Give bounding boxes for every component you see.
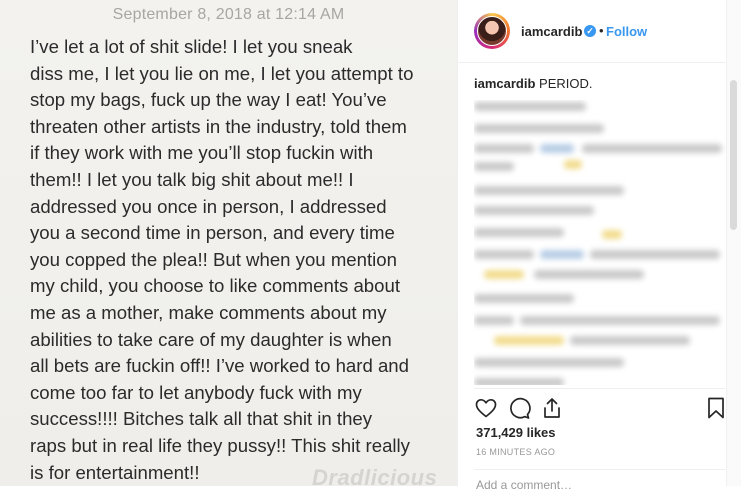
divider bbox=[474, 469, 725, 470]
blurred-comment bbox=[474, 378, 564, 385]
blurred-comment bbox=[474, 228, 564, 237]
blurred-comment bbox=[590, 250, 720, 259]
blurred-comment bbox=[534, 270, 644, 279]
note-line: my child, you choose to like comments ab… bbox=[30, 275, 400, 297]
blurred-comment bbox=[474, 250, 534, 259]
bookmark-icon[interactable] bbox=[704, 396, 728, 420]
blurred-comment bbox=[474, 316, 514, 325]
note-line: raps but in real life they pussy!! This … bbox=[30, 434, 410, 456]
post-image: September 8, 2018 at 12:14 AM I’ve let a… bbox=[0, 0, 457, 486]
blurred-comment bbox=[474, 294, 574, 303]
heart-icon[interactable] bbox=[474, 396, 498, 420]
blurred-comment bbox=[520, 316, 720, 325]
likes-count[interactable]: 371,429 likes bbox=[476, 425, 556, 440]
blurred-comment bbox=[540, 250, 584, 259]
blurred-comment bbox=[474, 206, 594, 215]
separator-dot: • bbox=[599, 23, 604, 38]
divider bbox=[474, 388, 725, 389]
note-line: them!! I let you talk big shit about me!… bbox=[30, 168, 354, 190]
verified-badge-icon: ✓ bbox=[584, 25, 596, 37]
note-line: if they work with me you’ll stop fuckin … bbox=[30, 142, 374, 164]
blurred-comment bbox=[602, 230, 622, 239]
note-line: success!!!! Bitches talk all that shit i… bbox=[30, 408, 373, 430]
scrollbar-thumb[interactable] bbox=[730, 80, 737, 230]
blurred-comment bbox=[474, 102, 586, 111]
note-line: come too far to let anybody fuck with my bbox=[30, 381, 362, 403]
share-icon[interactable] bbox=[540, 396, 564, 420]
post-caption: iamcardib PERIOD. bbox=[474, 76, 593, 91]
caption-text: PERIOD. bbox=[539, 76, 593, 91]
blurred-comment bbox=[494, 336, 564, 345]
comment-icon[interactable] bbox=[507, 396, 531, 420]
action-bar bbox=[474, 396, 729, 422]
post-sidebar: iamcardib ✓ • Follow iamcardib PERIOD. 3… bbox=[458, 0, 741, 492]
blurred-comment bbox=[474, 124, 604, 133]
caption-username[interactable]: iamcardib bbox=[474, 76, 535, 91]
blurred-comment bbox=[564, 160, 582, 169]
post-timestamp[interactable]: 16 MINUTES AGO bbox=[476, 447, 555, 457]
note-date: September 8, 2018 at 12:14 AM bbox=[112, 6, 345, 23]
blurred-comment bbox=[474, 186, 624, 195]
username-link[interactable]: iamcardib bbox=[521, 24, 582, 39]
note-line: threaten other artists in the industry, … bbox=[30, 115, 407, 137]
comments-list[interactable] bbox=[474, 100, 729, 385]
scrollbar[interactable] bbox=[726, 0, 741, 486]
note-line: me as a mother, make comments about my bbox=[30, 301, 387, 323]
watermark: Dradlicious bbox=[312, 465, 438, 486]
note-line: abilities to take care of my daughter is… bbox=[30, 328, 392, 350]
blurred-comment bbox=[540, 144, 574, 153]
blurred-comment bbox=[582, 144, 722, 153]
avatar[interactable] bbox=[474, 13, 510, 49]
follow-button[interactable]: Follow bbox=[606, 24, 647, 39]
note-text: I’ve let a lot of shit slide! I let you … bbox=[30, 34, 440, 486]
note-line: I’ve let a lot of shit slide! I let you … bbox=[30, 36, 353, 57]
blurred-comment bbox=[484, 270, 524, 279]
post-header: iamcardib ✓ • Follow bbox=[458, 0, 741, 63]
add-comment-input[interactable]: Add a comment… bbox=[476, 478, 572, 492]
avatar-image bbox=[477, 16, 507, 46]
note-line: all bets are fuckin off!! I’ve worked to… bbox=[30, 355, 409, 377]
note-line: diss me, I let you lie on me, I let you … bbox=[30, 62, 414, 84]
note-line: you copped the plea!! But when you menti… bbox=[30, 248, 397, 270]
note-line: addressed you once in person, I addresse… bbox=[30, 195, 387, 217]
blurred-comment bbox=[474, 358, 624, 367]
blurred-comment bbox=[474, 144, 534, 153]
note-line: stop my bags, fuck up the way I eat! You… bbox=[30, 89, 387, 111]
blurred-comment bbox=[474, 162, 514, 171]
blurred-comment bbox=[570, 336, 690, 345]
note-line: you a second time in person, and every t… bbox=[30, 222, 395, 244]
